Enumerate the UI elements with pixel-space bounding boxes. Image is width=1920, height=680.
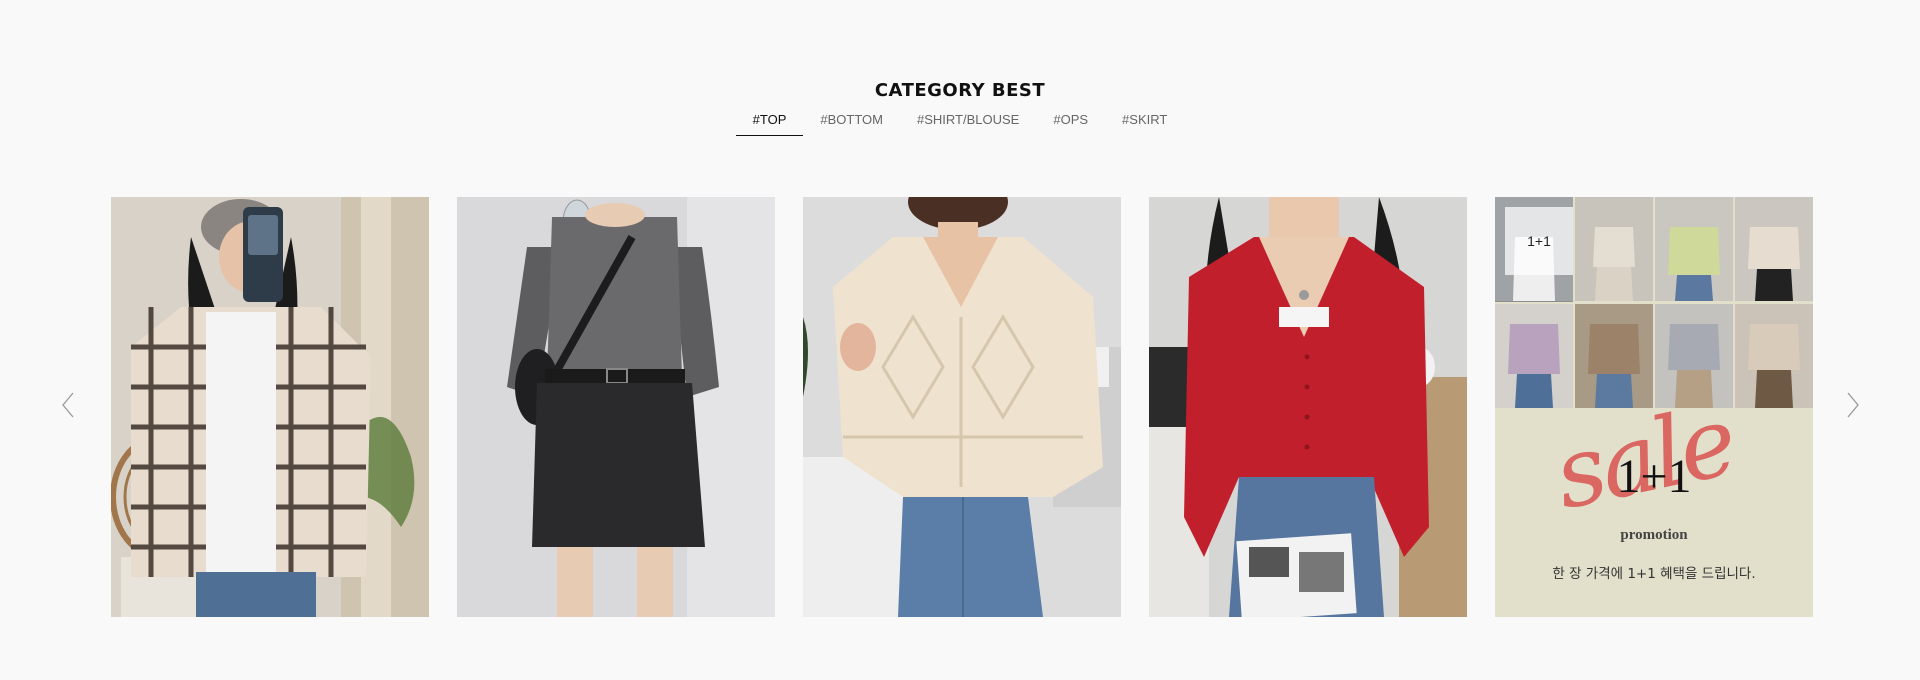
category-tabs: #TOP #BOTTOM #SHIRT/BLOUSE #OPS #SKIRT — [0, 108, 1920, 136]
chevron-left-icon — [62, 392, 74, 418]
promo-badge: 1+1 — [1505, 207, 1573, 275]
tab-bottom[interactable]: #BOTTOM — [803, 108, 900, 136]
promo-thumbnail — [1735, 303, 1813, 409]
promo-thumbnail — [1575, 197, 1653, 302]
product-card[interactable] — [457, 197, 775, 617]
plaid-shirt-photo — [111, 197, 429, 617]
red-cardigan-photo — [1149, 197, 1467, 617]
promo-thumbnail — [1655, 197, 1733, 302]
promo-thumbnail-photo — [1655, 197, 1733, 301]
promo-description: 한 장 가격에 1+1 혜택을 드립니다. — [1552, 566, 1756, 582]
tab-ops[interactable]: #OPS — [1036, 108, 1105, 136]
section-title: CATEGORY BEST — [874, 80, 1046, 101]
promo-headline: 1+1 — [1616, 450, 1692, 503]
promo-thumbnail — [1495, 303, 1573, 409]
promo-thumbnail-photo — [1575, 303, 1653, 408]
promo-thumbnail — [1735, 197, 1813, 302]
product-card[interactable] — [803, 197, 1121, 617]
carousel-next-button[interactable] — [1841, 392, 1865, 418]
promo-thumbnail: 1+1 — [1495, 197, 1573, 302]
promo-thumbnail-grid: 1+1 — [1495, 197, 1813, 408]
product-card[interactable] — [1149, 197, 1467, 617]
promo-thumbnail-photo — [1735, 197, 1813, 301]
product-card[interactable] — [111, 197, 429, 617]
promo-thumbnail-photo — [1575, 197, 1653, 301]
carousel-prev-button[interactable] — [56, 392, 80, 418]
cream-knit-sweater-photo — [803, 197, 1121, 617]
promo-thumbnail-photo — [1495, 303, 1573, 408]
chevron-right-icon — [1847, 392, 1859, 418]
tab-top[interactable]: #TOP — [735, 108, 804, 136]
promo-thumbnail-photo — [1735, 303, 1813, 408]
grey-tee-black-skirt-photo — [457, 197, 775, 617]
tab-skirt[interactable]: #SKIRT — [1105, 108, 1184, 136]
promo-card[interactable]: 1+1 sale 1+1 promotion 한 장 가격에 1+1 혜택을 드… — [1495, 197, 1813, 617]
promo-thumbnail — [1575, 303, 1653, 409]
tab-shirt-blouse[interactable]: #SHIRT/BLOUSE — [900, 108, 1036, 136]
promo-label: promotion — [1620, 527, 1688, 543]
